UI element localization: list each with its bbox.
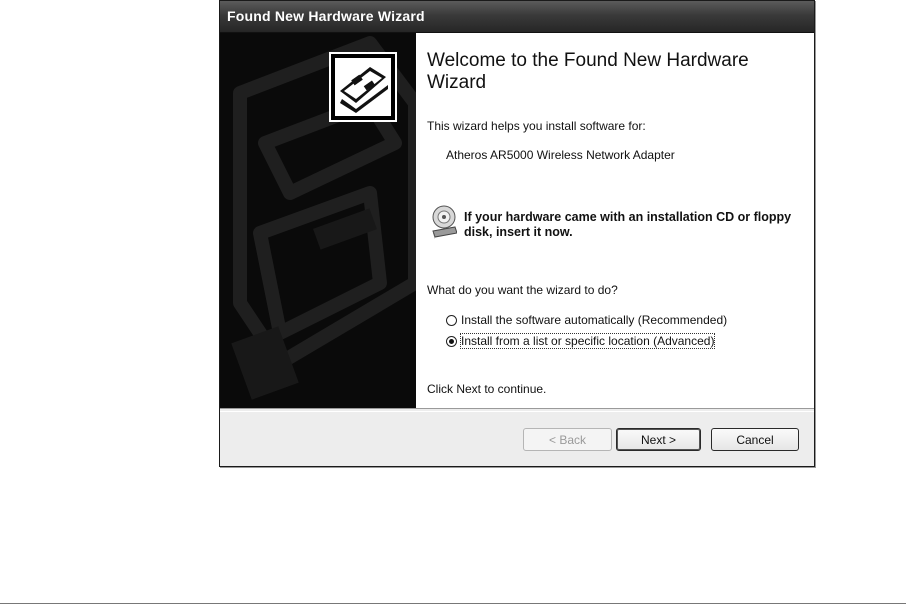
wizard-side-banner [220, 33, 416, 408]
cd-notice: If your hardware came with an installati… [464, 210, 792, 239]
next-button-label: Next > [640, 432, 676, 447]
device-name: Atheros AR5000 Wireless Network Adapter [446, 148, 675, 162]
option-advanced[interactable]: Install from a list or specific location… [446, 333, 716, 349]
intro-text: This wizard helps you install software f… [427, 119, 646, 133]
next-button[interactable]: Next > [616, 428, 701, 451]
hardware-card-icon [329, 52, 397, 122]
back-button[interactable]: < Back [523, 428, 612, 451]
option-automatic-label: Install the software automatically (Reco… [461, 313, 728, 327]
option-automatic[interactable]: Install the software automatically (Reco… [446, 313, 727, 327]
title-bar[interactable]: Found New Hardware Wizard [220, 1, 814, 33]
welcome-heading: Welcome to the Found New Hardware Wizard [427, 50, 749, 93]
question-text: What do you want the wizard to do? [427, 283, 618, 297]
window-title: Found New Hardware Wizard [227, 8, 425, 24]
footer-hint: Click Next to continue. [427, 382, 547, 396]
radio-automatic[interactable] [446, 314, 457, 326]
wizard-window: Found New Hardware Wizard Welcome to the… [219, 0, 815, 467]
wizard-content: Welcome to the Found New Hardware Wizard… [416, 33, 814, 408]
page-divider [0, 603, 906, 604]
cd-drive-icon [432, 205, 457, 239]
banner-artwork [231, 36, 416, 400]
cancel-button[interactable]: Cancel [711, 428, 799, 451]
back-button-label: < Back [548, 432, 587, 447]
button-separator [220, 408, 814, 412]
option-advanced-label: Install from a list or specific location… [459, 333, 716, 349]
radio-advanced[interactable] [446, 335, 457, 347]
cancel-button-label: Cancel [736, 432, 774, 447]
